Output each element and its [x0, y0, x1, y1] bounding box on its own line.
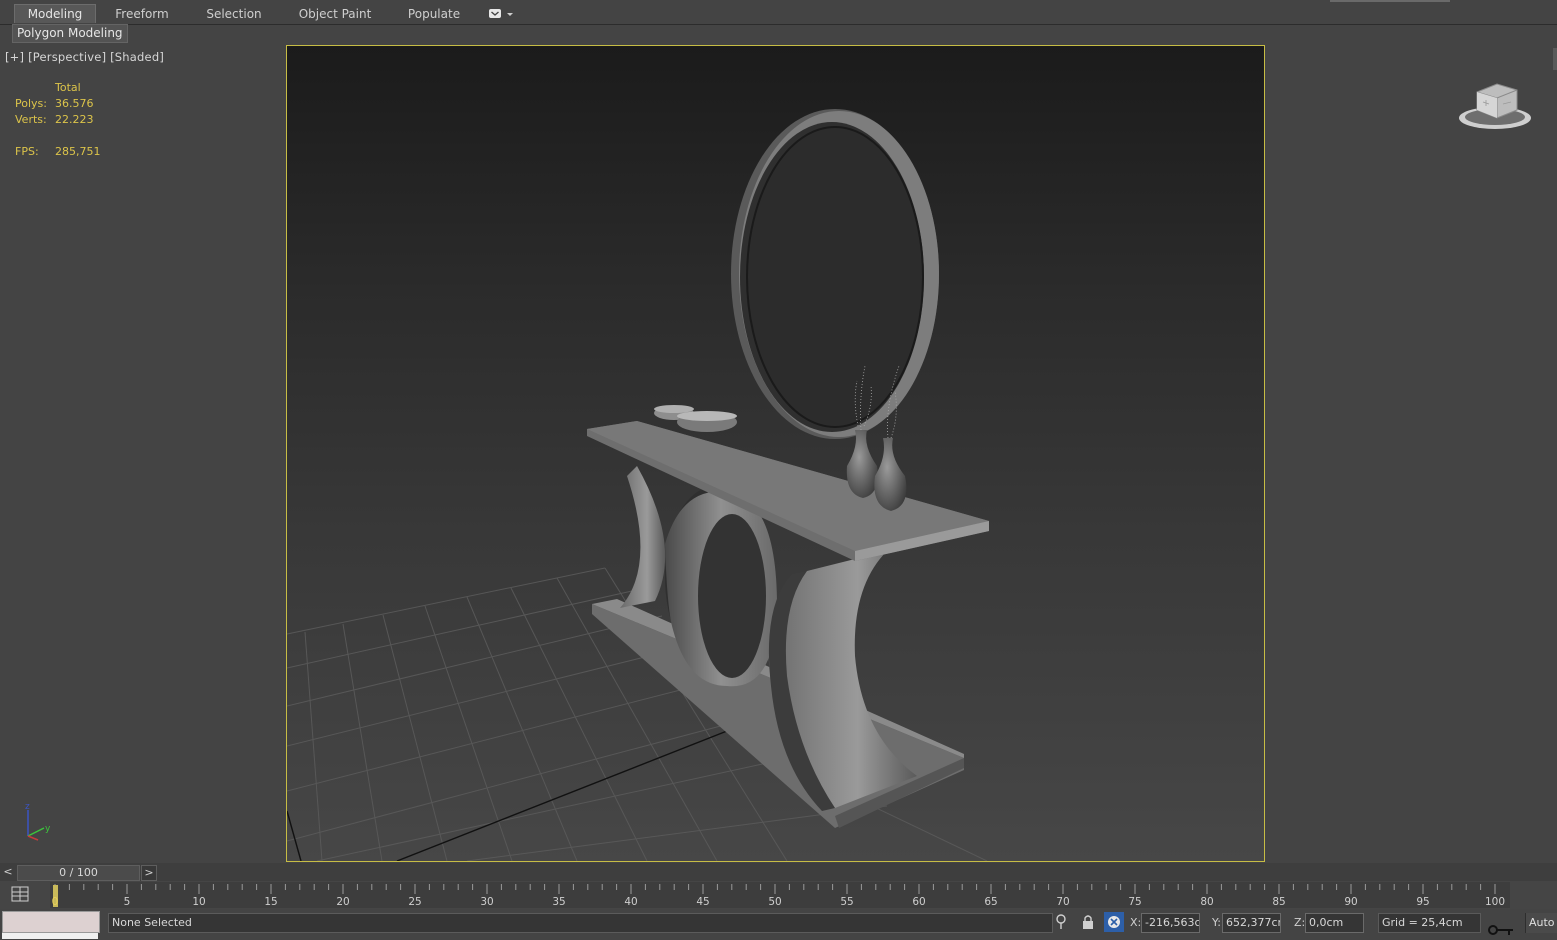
maxscript-listener-lower[interactable]	[2, 933, 98, 939]
decor-bowls	[654, 405, 737, 432]
coord-x-label: X:	[1130, 916, 1142, 929]
track-tick-label: 90	[1344, 896, 1358, 908]
tab-freeform[interactable]: Freeform	[104, 5, 180, 23]
viewcube-icon[interactable]	[1455, 80, 1535, 138]
track-tick-label: 65	[984, 896, 998, 908]
grid-axis-line-z	[287, 810, 302, 861]
stats-verts-label: Verts:	[15, 113, 47, 126]
scene-render	[287, 109, 989, 861]
viewport-shading-menu[interactable]: [Shaded]	[110, 50, 164, 64]
axis-y-label: y	[45, 824, 51, 834]
grid-size-field: Grid = 25,4cm	[1378, 913, 1481, 933]
stats-fps-value: 285,751	[55, 145, 101, 158]
track-tick-label: 25	[408, 896, 422, 908]
isolate-selection-icon[interactable]	[1053, 913, 1071, 931]
viewport-plus-menu[interactable]: [+]	[5, 50, 24, 64]
curve-editor-icon[interactable]	[10, 885, 32, 903]
track-tick-label: 75	[1128, 896, 1142, 908]
coord-z-label: Z:	[1294, 916, 1306, 929]
stats-fps-label: FPS:	[15, 145, 39, 158]
time-slider-thumb[interactable]: 0 / 100	[17, 865, 140, 881]
tab-modeling[interactable]: Modeling	[14, 4, 96, 23]
track-tick-label: 45	[696, 896, 710, 908]
coord-y-label: Y:	[1212, 916, 1221, 929]
time-slider-next-button[interactable]: >	[141, 865, 157, 881]
stats-total-header: Total	[55, 81, 81, 94]
maxscript-listener-swatch[interactable]	[2, 911, 100, 933]
tab-populate[interactable]: Populate	[400, 5, 468, 23]
time-slider-prev-button[interactable]: <	[1, 865, 15, 879]
axis-tripod-icon: z y	[20, 800, 60, 848]
track-tick-label: 60	[912, 896, 926, 908]
track-tick-label: 100	[1484, 896, 1506, 908]
polygon-modeling-panel-button[interactable]: Polygon Modeling	[12, 24, 128, 43]
track-tick-label: 15	[264, 896, 278, 908]
viewport-scroll-handle[interactable]	[1553, 48, 1557, 70]
track-tick-label: 70	[1056, 896, 1070, 908]
coord-y-field[interactable]: 652,377cm	[1222, 913, 1281, 933]
track-tick-label: 95	[1416, 896, 1430, 908]
absolute-mode-transform-icon[interactable]	[1104, 912, 1124, 932]
selection-status-field: None Selected	[108, 913, 1053, 933]
viewport-statistics: Total Polys: 36.576 Verts: 22.223 FPS: 285,…	[15, 80, 101, 160]
perspective-viewport[interactable]	[286, 45, 1265, 862]
coord-z-field[interactable]: 0,0cm	[1305, 913, 1364, 933]
stats-polys-value: 36.576	[55, 97, 94, 110]
set-key-icon[interactable]	[1487, 923, 1517, 940]
tab-selection[interactable]: Selection	[196, 5, 272, 23]
tab-object-paint[interactable]: Object Paint	[290, 5, 380, 23]
round-mirror	[731, 109, 939, 439]
auto-key-button[interactable]: Auto Key	[1525, 913, 1557, 933]
track-tick-label: 30	[480, 896, 494, 908]
coord-x-field[interactable]: -216,563cm	[1141, 913, 1200, 933]
selection-lock-icon[interactable]	[1079, 913, 1097, 931]
ribbon-panel	[0, 25, 1557, 43]
track-tick-label: 5	[123, 896, 131, 908]
track-tick-label: 85	[1272, 896, 1286, 908]
track-tick-label: 20	[336, 896, 350, 908]
track-tick-label: 80	[1200, 896, 1214, 908]
axis-z-label: z	[25, 802, 30, 812]
stats-polys-label: Polys:	[15, 97, 47, 110]
track-tick-label: 0	[51, 896, 59, 908]
ribbon-minimize-strip	[1330, 0, 1450, 2]
track-tick-label: 50	[768, 896, 782, 908]
track-tick-label: 10	[192, 896, 206, 908]
track-tick-label: 35	[552, 896, 566, 908]
track-tick-label: 55	[840, 896, 854, 908]
ribbon-options-icon[interactable]	[488, 8, 514, 20]
time-slider[interactable]	[0, 863, 1557, 881]
track-tick-label: 40	[624, 896, 638, 908]
viewport-label-menu[interactable]: [+] [Perspective] [Shaded]	[5, 50, 164, 64]
stats-verts-value: 22.223	[55, 113, 94, 126]
viewport-view-menu[interactable]: [Perspective]	[28, 50, 106, 64]
